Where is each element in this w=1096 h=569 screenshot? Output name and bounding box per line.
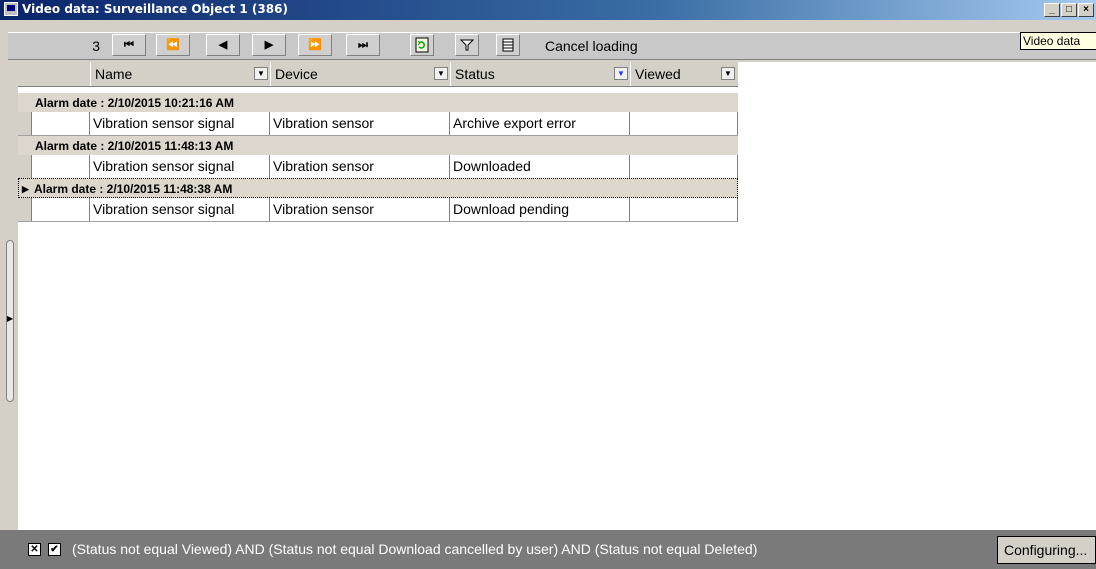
first-record-button[interactable]: ⏮ xyxy=(112,34,146,56)
last-icon: ⏭ xyxy=(358,39,368,51)
filter-button[interactable] xyxy=(455,34,479,56)
table-row[interactable]: Vibration sensor signal Vibration sensor… xyxy=(18,155,738,179)
next-page-button[interactable]: ⏩ xyxy=(298,34,332,56)
app-icon xyxy=(4,2,18,16)
row-selector[interactable] xyxy=(18,155,32,178)
header-indicator xyxy=(18,62,90,86)
filter-icon xyxy=(459,39,475,51)
tooltip: Video data xyxy=(1020,32,1096,50)
maximize-button[interactable]: □ xyxy=(1061,3,1077,17)
row-selector[interactable] xyxy=(18,198,32,221)
table-row[interactable]: Vibration sensor signal Vibration sensor… xyxy=(18,112,738,136)
refresh-button[interactable] xyxy=(410,34,434,56)
next-icon: ▶ xyxy=(264,39,274,51)
cell-device: Vibration sensor xyxy=(270,155,450,178)
filter-enabled-checkbox[interactable]: ✔ xyxy=(48,543,61,556)
prev-record-button[interactable]: ◀ xyxy=(206,34,240,56)
prev-icon: ◀ xyxy=(218,39,228,51)
grid-header: Name ▼ Device ▼ Status ▼ Viewed ▼ xyxy=(18,62,738,87)
device-dropdown-icon[interactable]: ▼ xyxy=(434,67,448,80)
fast-forward-icon: ⏩ xyxy=(308,39,322,51)
group-row-selected[interactable]: ▶ Alarm date : 2/10/2015 11:48:38 AM xyxy=(18,178,738,198)
cell-viewed xyxy=(630,198,738,221)
column-header-device[interactable]: Device ▼ xyxy=(270,62,450,86)
cancel-loading-button[interactable]: Cancel loading xyxy=(545,38,638,54)
columns-button[interactable] xyxy=(496,34,520,56)
column-header-name[interactable]: Name ▼ xyxy=(90,62,270,86)
group-row[interactable]: Alarm date : 2/10/2015 11:48:13 AM xyxy=(18,136,738,156)
prev-page-button[interactable]: ⏪ xyxy=(156,34,190,56)
close-button[interactable]: × xyxy=(1078,3,1094,17)
column-header-status[interactable]: Status ▼ xyxy=(450,62,630,86)
current-row-arrow-icon: ▶ xyxy=(22,184,29,194)
cell-viewed xyxy=(630,155,738,178)
cell-viewed xyxy=(630,112,738,135)
filter-bar: ✕ ✔ (Status not equal Viewed) AND (Statu… xyxy=(0,530,1096,569)
toolbar: 3 ⏮ ⏪ ◀ ▶ ⏩ ⏭ Cancel loading xyxy=(0,20,1096,60)
content-area: Name ▼ Device ▼ Status ▼ Viewed ▼ Alarm date… xyxy=(18,62,1096,530)
name-dropdown-icon[interactable]: ▼ xyxy=(254,67,268,80)
cell-status: Downloaded xyxy=(450,155,630,178)
cell-status: Download pending xyxy=(450,198,630,221)
status-dropdown-icon[interactable]: ▼ xyxy=(614,67,628,80)
filter-expression[interactable]: (Status not equal Viewed) AND (Status no… xyxy=(72,541,757,557)
group-row[interactable]: Alarm date : 2/10/2015 10:21:16 AM xyxy=(18,93,738,113)
next-record-button[interactable]: ▶ xyxy=(252,34,286,56)
viewed-dropdown-icon[interactable]: ▼ xyxy=(721,67,735,80)
rewind-icon: ⏪ xyxy=(166,39,180,51)
cell-name: Vibration sensor signal xyxy=(90,112,270,135)
row-selector[interactable] xyxy=(18,112,32,135)
cell-device: Vibration sensor xyxy=(270,198,450,221)
table-row[interactable]: Vibration sensor signal Vibration sensor… xyxy=(18,198,738,222)
cell-name: Vibration sensor signal xyxy=(90,198,270,221)
record-counter: 3 xyxy=(92,38,100,54)
cell-device: Vibration sensor xyxy=(270,112,450,135)
refresh-icon xyxy=(415,37,429,53)
column-header-viewed[interactable]: Viewed ▼ xyxy=(630,62,738,86)
first-icon: ⏮ xyxy=(124,39,134,51)
clear-filter-icon[interactable]: ✕ xyxy=(28,543,41,556)
window-title: Video data: Surveillance Object 1 (386) xyxy=(22,2,288,16)
columns-icon xyxy=(502,38,514,52)
minimize-button[interactable]: _ xyxy=(1044,3,1060,17)
cell-status: Archive export error xyxy=(450,112,630,135)
expand-arrow-icon[interactable]: ▶ xyxy=(7,314,13,323)
cell-name: Vibration sensor signal xyxy=(90,155,270,178)
configuring-button[interactable]: Configuring... xyxy=(997,536,1096,564)
title-bar: Video data: Surveillance Object 1 (386) … xyxy=(0,0,1096,20)
last-record-button[interactable]: ⏭ xyxy=(346,34,380,56)
